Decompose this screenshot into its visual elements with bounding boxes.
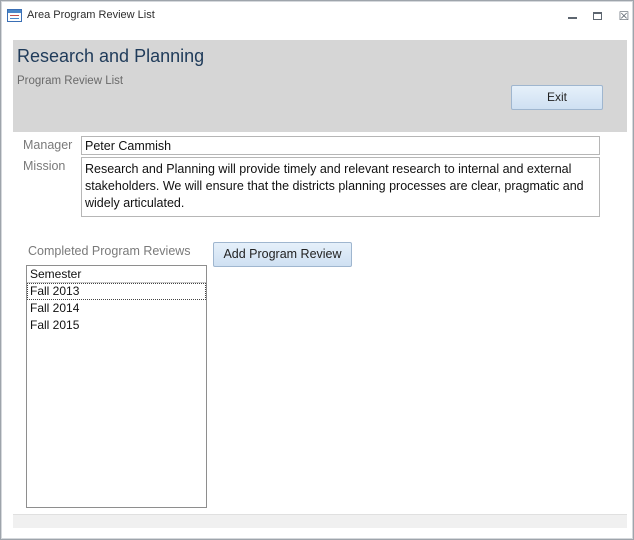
app-window: Area Program Review List ☒ Research and … xyxy=(0,0,634,540)
close-button[interactable]: ☒ xyxy=(611,6,634,26)
exit-button[interactable]: Exit xyxy=(511,85,603,110)
completed-reviews-list[interactable]: Semester Fall 2013 Fall 2014 Fall 2015 xyxy=(26,265,207,508)
form-body: Manager Peter Cammish Mission Research a… xyxy=(13,132,627,514)
add-program-review-button[interactable]: Add Program Review xyxy=(213,242,352,267)
list-item[interactable]: Fall 2014 xyxy=(27,300,206,317)
access-form-icon xyxy=(7,9,22,22)
mission-label: Mission xyxy=(23,159,66,173)
title-bar[interactable]: Area Program Review List ☒ xyxy=(2,2,632,30)
page-subtitle: Program Review List xyxy=(17,75,124,87)
form-footer xyxy=(13,514,627,528)
list-item[interactable]: Fall 2015 xyxy=(27,317,206,334)
manager-field[interactable]: Peter Cammish xyxy=(81,136,600,155)
list-column-header: Semester xyxy=(27,266,206,283)
window-title: Area Program Review List xyxy=(27,9,155,21)
mission-field[interactable]: Research and Planning will provide timel… xyxy=(81,157,600,217)
minimize-icon xyxy=(568,17,577,19)
maximize-icon xyxy=(593,12,602,20)
form-header: Research and Planning Program Review Lis… xyxy=(13,40,627,132)
completed-reviews-label: Completed Program Reviews xyxy=(28,244,191,258)
list-item[interactable]: Fall 2013 xyxy=(27,283,206,300)
minimize-button[interactable] xyxy=(559,6,585,26)
page-title: Research and Planning xyxy=(17,46,205,66)
maximize-button[interactable] xyxy=(585,6,611,26)
manager-label: Manager xyxy=(23,138,73,152)
close-icon: ☒ xyxy=(618,9,630,23)
